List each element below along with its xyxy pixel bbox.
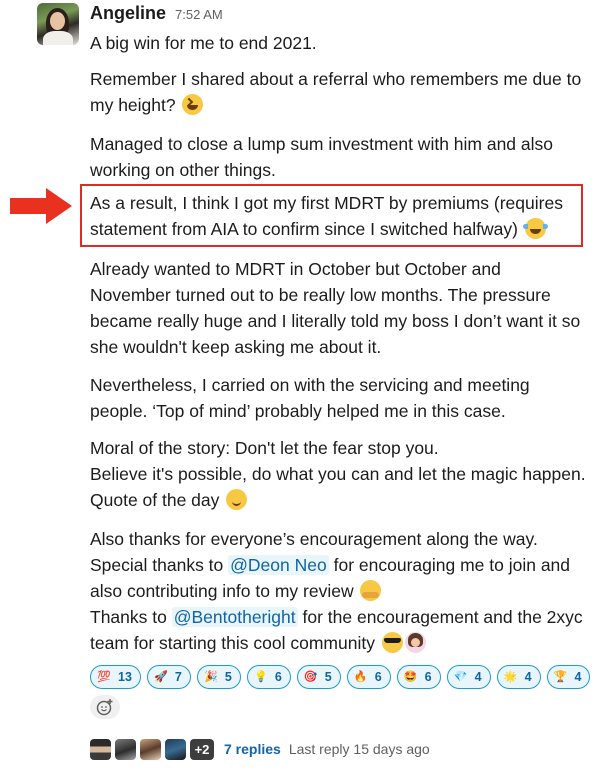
thread-summary[interactable]: +2 7 replies Last reply 15 days ago	[90, 736, 430, 762]
reaction-fire[interactable]: 🔥 6	[346, 665, 391, 689]
message-paragraph: Also thanks for everyone’s encouragement…	[90, 529, 583, 653]
reaction-count: 6	[274, 670, 282, 684]
star-struck-icon: 🤩	[403, 670, 418, 683]
party-popper-icon: 🎉	[204, 670, 218, 683]
reaction-count: 5	[224, 670, 232, 684]
add-emoji-icon	[96, 699, 113, 716]
red-arrow-icon	[10, 188, 72, 224]
hundred-points-icon: 💯	[97, 670, 111, 683]
highlighted-paragraph: As a result, I think I got my first MDRT…	[90, 193, 563, 239]
replier-avatar[interactable]	[115, 738, 136, 760]
reaction-count: 7	[174, 670, 182, 684]
reaction-count: 6	[374, 670, 382, 684]
fire-icon: 🔥	[353, 670, 368, 683]
sunglasses-emoji-icon	[381, 632, 403, 653]
reaction-star[interactable]: 🌟 4	[496, 665, 541, 689]
reaction-gem[interactable]: 💎 4	[446, 665, 491, 689]
message-paragraph: Nevertheless, I carried on with the serv…	[90, 375, 530, 421]
reaction-count: 13	[118, 670, 132, 684]
trophy-icon: 🏆	[553, 670, 568, 683]
reaction-target[interactable]: 🎯 5	[296, 665, 341, 689]
message-paragraph: Moral of the story: Don't let the fear s…	[90, 438, 586, 510]
message-paragraph: Already wanted to MDRT in October but Oc…	[90, 259, 581, 357]
glowing-star-icon: 🌟	[503, 670, 518, 683]
reaction-tada[interactable]: 🎉 5	[196, 665, 241, 689]
reaction-bulb[interactable]: 💡 6	[246, 665, 291, 689]
winking-emoji-icon	[226, 489, 248, 510]
gem-icon: 💎	[453, 670, 468, 683]
message-header: Angeline 7:52 AM	[90, 3, 223, 25]
reaction-count: 4	[474, 670, 482, 684]
message-paragraph: Managed to close a lump sum investment w…	[90, 134, 554, 180]
light-bulb-icon: 💡	[253, 670, 268, 683]
author-avatar[interactable]	[37, 3, 79, 45]
message-timestamp[interactable]: 7:52 AM	[175, 7, 223, 22]
reaction-100[interactable]: 💯 13	[90, 665, 141, 689]
reaction-count: 4	[574, 670, 582, 684]
message-paragraph: Remember I shared about a referral who r…	[90, 69, 582, 115]
mention-bentotheright[interactable]: @Bentotheright	[171, 607, 298, 627]
laughing-emoji-icon	[182, 94, 204, 115]
target-icon: 🎯	[303, 670, 318, 683]
reaction-count: 6	[424, 670, 432, 684]
reaction-rocket[interactable]: 🚀 7	[146, 665, 191, 689]
hugging-emoji-icon	[360, 580, 382, 601]
reaction-star-struck[interactable]: 🤩 6	[396, 665, 441, 689]
replies-link[interactable]: 7 replies	[224, 741, 281, 757]
last-reply-text: Last reply 15 days ago	[288, 741, 430, 757]
replier-avatar[interactable]	[90, 738, 111, 760]
mention-deon-neo[interactable]: @Deon Neo	[228, 555, 329, 575]
rocket-icon: 🚀	[154, 670, 168, 683]
message-line: A big win for me to end 2021.	[90, 33, 317, 53]
more-repliers-count[interactable]: +2	[190, 738, 214, 760]
add-reaction-button[interactable]	[90, 695, 120, 719]
reaction-count: 5	[324, 670, 332, 684]
replier-avatar[interactable]	[140, 738, 161, 760]
author-name[interactable]: Angeline	[90, 3, 166, 24]
reaction-bar: 💯 13 🚀 7 🎉 5 💡 6 🎯 5 🔥 6 🤩 6 💎 4 🌟 4 🏆 4	[90, 665, 600, 719]
replier-avatar[interactable]	[165, 738, 186, 760]
tears-of-joy-emoji-icon	[522, 218, 548, 239]
woman-gesture-emoji-icon	[404, 632, 426, 653]
reaction-count: 4	[524, 670, 532, 684]
reaction-trophy[interactable]: 🏆 4	[546, 665, 591, 689]
